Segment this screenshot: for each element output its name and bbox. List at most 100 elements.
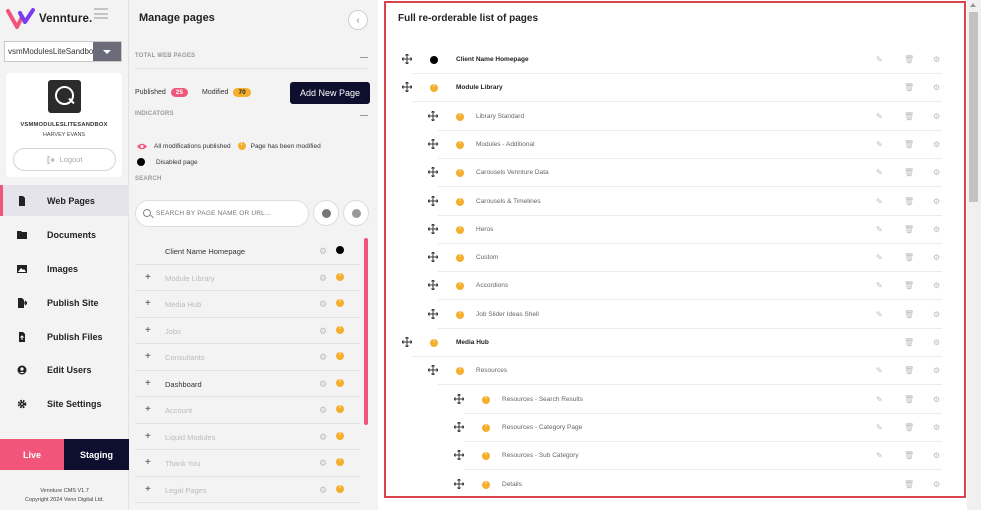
gear-icon[interactable]: ⚙ (933, 253, 940, 262)
expand-plus-icon[interactable]: + (145, 431, 151, 442)
reorderable-row[interactable]: Heros ✎ 🗑 ⚙ (438, 216, 942, 244)
gear-icon[interactable]: ⚙ (319, 485, 327, 496)
drag-handle-icon[interactable] (428, 223, 438, 234)
gear-icon[interactable]: ⚙ (933, 395, 940, 404)
edit-pencil-icon[interactable]: ✎ (876, 197, 883, 206)
expand-plus-icon[interactable]: + (145, 457, 151, 468)
expand-plus-icon[interactable]: + (145, 404, 151, 415)
reorderable-row[interactable]: Resources ✎ 🗑 ⚙ (438, 357, 942, 386)
gear-icon[interactable]: ⚙ (933, 112, 940, 121)
page-list-item[interactable]: + Jobs ⚙ (135, 318, 360, 344)
page-list-item[interactable]: + Consultants ⚙ (135, 344, 360, 371)
edit-pencil-icon[interactable]: ✎ (876, 225, 883, 234)
page-list-item[interactable]: + Account ⚙ (135, 397, 360, 424)
gear-icon[interactable]: ⚙ (319, 458, 327, 469)
collapse-panel-button[interactable]: ‹ (348, 10, 368, 30)
gear-icon[interactable]: ⚙ (933, 55, 940, 64)
gear-icon[interactable]: ⚙ (319, 273, 327, 284)
expand-plus-icon[interactable]: + (145, 484, 151, 495)
edit-pencil-icon[interactable]: ✎ (876, 423, 883, 432)
page-list-item[interactable]: + Module Library ⚙ (135, 265, 360, 291)
reorderable-row[interactable]: Modules - Additional ✎ 🗑 ⚙ (438, 131, 942, 159)
page-list-item[interactable]: + Liquid Modules ⚙ (135, 424, 360, 450)
drag-handle-icon[interactable] (428, 110, 438, 121)
trash-icon[interactable]: 🗑 (904, 168, 914, 177)
gear-icon[interactable]: ⚙ (319, 405, 327, 416)
gear-icon[interactable]: ⚙ (933, 480, 940, 489)
gear-icon[interactable]: ⚙ (319, 246, 327, 257)
page-list-item[interactable]: + Thank You ⚙ (135, 450, 360, 477)
page-list-item[interactable]: + Dashboard ⚙ (135, 371, 360, 397)
drag-handle-icon[interactable] (454, 421, 464, 432)
reorderable-row[interactable]: Client Name Homepage ✎ 🗑 ⚙ (412, 46, 942, 74)
reorderable-row[interactable]: Job Slider Ideas Shell ✎ 🗑 ⚙ (438, 301, 942, 329)
reorderable-row[interactable]: Module Library 🗑 ⚙ (412, 74, 942, 103)
reorderable-row[interactable]: Library Standard ✎ 🗑 ⚙ (438, 103, 942, 131)
expand-plus-icon[interactable]: + (145, 351, 151, 362)
drag-handle-icon[interactable] (428, 365, 438, 376)
reorderable-row[interactable]: Resources - Search Results ✎ 🗑 ⚙ (464, 386, 942, 414)
sidebar-item-documents[interactable]: Documents (0, 219, 129, 250)
scrollbar-thumb[interactable] (969, 12, 978, 202)
menu-toggle-icon[interactable] (94, 8, 108, 19)
drag-handle-icon[interactable] (402, 337, 412, 347)
expand-plus-icon[interactable]: + (145, 272, 151, 283)
edit-pencil-icon[interactable]: ✎ (876, 168, 883, 177)
collapse-indicators-icon[interactable] (360, 115, 368, 116)
edit-pencil-icon[interactable]: ✎ (876, 310, 883, 319)
page-list-item[interactable]: + Legal Pages ⚙ (135, 477, 360, 503)
trash-icon[interactable]: 🗑 (904, 197, 914, 206)
drag-handle-icon[interactable] (454, 393, 464, 404)
edit-pencil-icon[interactable]: ✎ (876, 253, 883, 262)
edit-pencil-icon[interactable]: ✎ (876, 112, 883, 121)
gear-icon[interactable]: ⚙ (933, 310, 940, 319)
expand-plus-icon[interactable]: + (145, 298, 151, 309)
sidebar-item-edit-users[interactable]: Edit Users (0, 354, 129, 385)
trash-icon[interactable]: 🗑 (904, 112, 914, 121)
reorderable-row[interactable]: Resources - Sub Category ✎ 🗑 ⚙ (464, 442, 942, 471)
logout-button[interactable]: Logout (13, 148, 116, 171)
edit-pencil-icon[interactable]: ✎ (876, 366, 883, 375)
trash-icon[interactable]: 🗑 (904, 451, 914, 460)
drag-handle-icon[interactable] (428, 308, 438, 319)
gear-icon[interactable]: ⚙ (319, 326, 327, 337)
gear-icon[interactable]: ⚙ (933, 338, 940, 347)
trash-icon[interactable]: 🗑 (904, 55, 914, 64)
trash-icon[interactable]: 🗑 (904, 480, 914, 489)
sidebar-item-images[interactable]: Images (0, 253, 129, 284)
trash-icon[interactable]: 🗑 (904, 423, 914, 432)
trash-icon[interactable]: 🗑 (904, 310, 914, 319)
page-list-item[interactable]: Client Name Homepage ⚙ (135, 238, 360, 265)
reorderable-row[interactable]: Accordions ✎ 🗑 ⚙ (438, 272, 942, 301)
staging-button[interactable]: Staging (64, 439, 129, 470)
trash-icon[interactable]: 🗑 (904, 225, 914, 234)
edit-pencil-icon[interactable]: ✎ (876, 140, 883, 149)
page-list-item[interactable]: + Media Hub ⚙ (135, 291, 360, 318)
gear-icon[interactable]: ⚙ (933, 423, 940, 432)
reorderable-row[interactable]: Media Hub 🗑 ⚙ (412, 329, 942, 357)
site-selector[interactable]: vsmModulesLiteSandbo (4, 41, 122, 62)
trash-icon[interactable]: 🗑 (904, 140, 914, 149)
add-new-page-button[interactable]: Add New Page (290, 82, 370, 104)
edit-pencil-icon[interactable]: ✎ (876, 281, 883, 290)
trash-icon[interactable]: 🗑 (904, 366, 914, 375)
gear-icon[interactable]: ⚙ (933, 83, 940, 92)
drag-handle-icon[interactable] (428, 167, 438, 178)
sidebar-item-site-settings[interactable]: Site Settings (0, 388, 129, 419)
gear-icon[interactable]: ⚙ (933, 451, 940, 460)
drag-handle-icon[interactable] (428, 138, 438, 149)
sidebar-item-publish-files[interactable]: Publish Files (0, 321, 129, 352)
page-list-scrollbar[interactable] (364, 238, 368, 425)
trash-icon[interactable]: 🗑 (904, 253, 914, 262)
gear-icon[interactable]: ⚙ (319, 432, 327, 443)
trash-icon[interactable]: 🗑 (904, 83, 914, 92)
collapse-total-icon[interactable] (360, 57, 368, 58)
live-button[interactable]: Live (0, 439, 64, 470)
gear-icon[interactable]: ⚙ (933, 168, 940, 177)
reorderable-row[interactable]: Details 🗑 ⚙ (464, 471, 942, 497)
drag-handle-icon[interactable] (454, 450, 464, 461)
expand-plus-icon[interactable]: + (145, 378, 151, 389)
reorderable-row[interactable]: Resources - Category Page ✎ 🗑 ⚙ (464, 414, 942, 442)
trash-icon[interactable]: 🗑 (904, 395, 914, 404)
sidebar-item-web-pages[interactable]: Web Pages (0, 185, 129, 216)
